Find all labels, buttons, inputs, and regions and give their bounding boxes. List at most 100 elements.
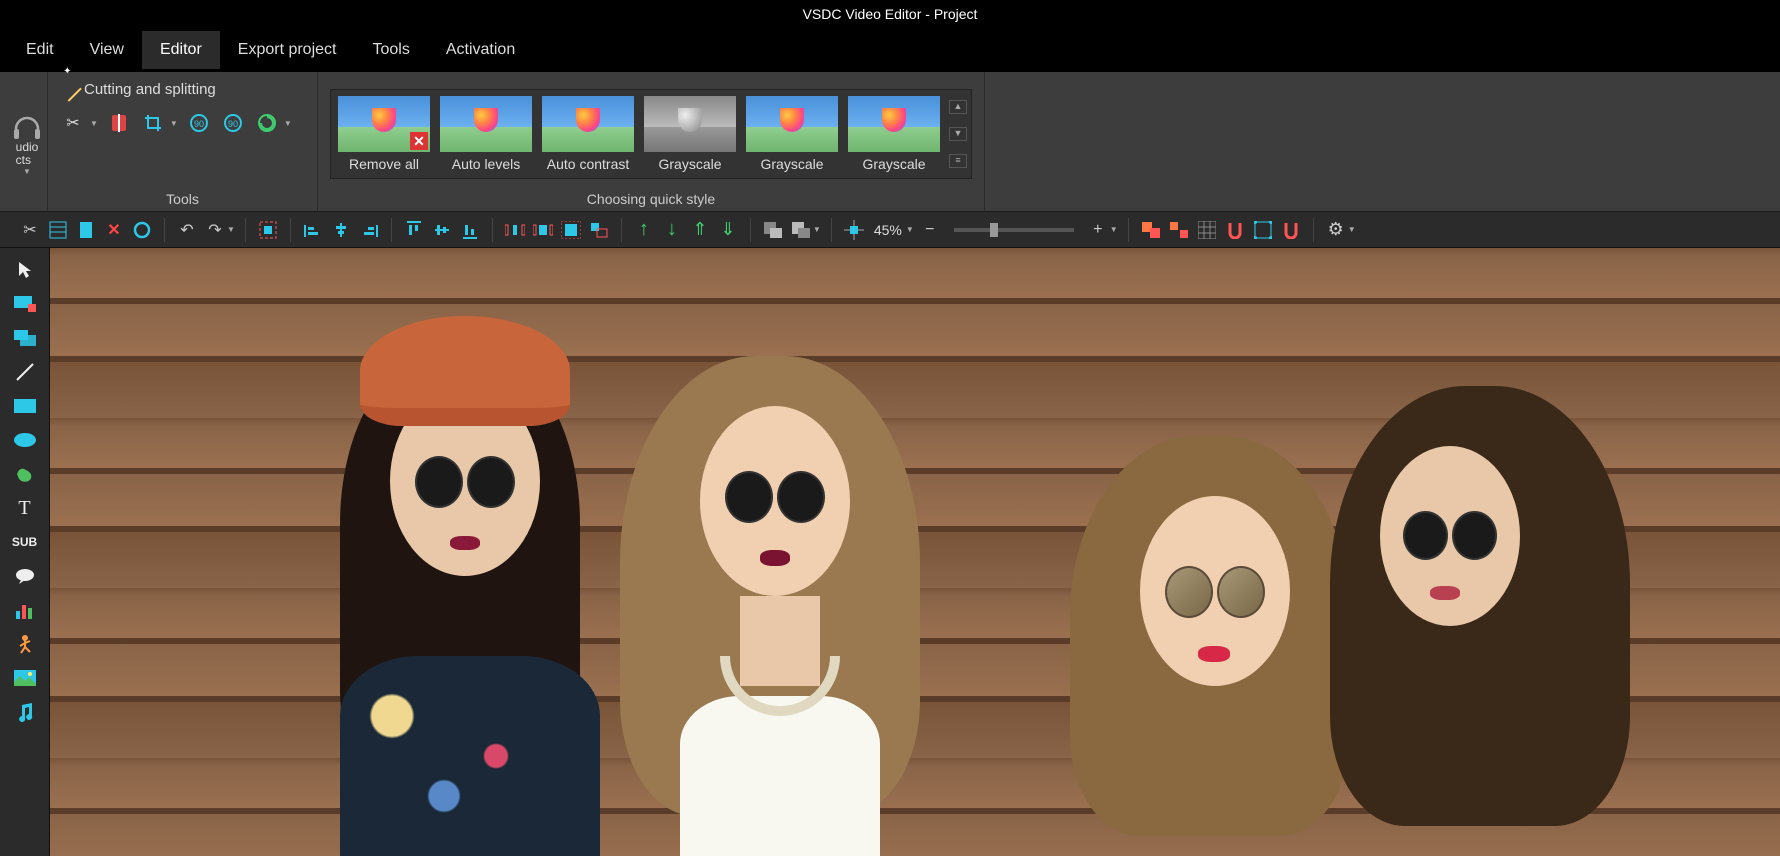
shape-subtract-tool[interactable] — [789, 218, 813, 242]
zoom-out-button[interactable]: − — [918, 218, 942, 242]
align-bottom-tool[interactable] — [458, 218, 482, 242]
shape-union-tool[interactable] — [761, 218, 785, 242]
freeform-tool[interactable] — [9, 460, 41, 488]
move-down-tool[interactable]: ↓ — [660, 218, 684, 242]
secondary-toolbar: ✂ ✕ ↶ ↷ ▼ ↑ ↓ ⇑ ⇓ ▼ 45% ▼ − + ▼ ⚙ ▼ — [0, 212, 1780, 248]
animation-tool[interactable] — [9, 630, 41, 658]
preview-figure — [1330, 376, 1630, 856]
distribute-4-tool[interactable] — [587, 218, 611, 242]
text-tool[interactable]: T — [9, 494, 41, 522]
settings-tool[interactable]: ⚙ — [1324, 218, 1348, 242]
style-remove-all[interactable]: ✕Remove all — [335, 94, 433, 174]
separator — [164, 218, 165, 242]
audio-effects-button[interactable]: udio cts ▼ — [12, 111, 42, 176]
style-thumb-icon — [542, 96, 634, 152]
style-grayscale-3[interactable]: Grayscale — [845, 94, 943, 174]
zoom-value[interactable]: 45% — [870, 222, 906, 238]
layer-tool[interactable] — [74, 218, 98, 242]
align-left-tool[interactable] — [301, 218, 325, 242]
rect-back-tool[interactable] — [9, 290, 41, 318]
style-auto-levels[interactable]: Auto levels — [437, 94, 535, 174]
tooltip-tool[interactable] — [9, 562, 41, 590]
move-top-tool[interactable]: ⇑ — [688, 218, 712, 242]
subtitle-tool[interactable]: SUB — [9, 528, 41, 556]
cut-button[interactable]: ✂ — [60, 110, 86, 136]
zoom-in-button[interactable]: + — [1086, 218, 1110, 242]
rectangle-tool[interactable] — [9, 392, 41, 420]
properties-tool[interactable] — [46, 218, 70, 242]
move-bottom-tool[interactable]: ⇓ — [716, 218, 740, 242]
gallery-expand[interactable]: ≡ — [949, 154, 967, 168]
chevron-down-icon[interactable]: ▼ — [90, 119, 98, 128]
style-thumb-icon — [644, 96, 736, 152]
separator — [391, 218, 392, 242]
distribute-3-tool[interactable] — [559, 218, 583, 242]
image-icon — [14, 670, 36, 686]
circle-tool[interactable] — [130, 218, 154, 242]
move-up-tool[interactable]: ↑ — [632, 218, 656, 242]
cutting-splitting-button[interactable]: Cutting and splitting — [60, 80, 216, 98]
cut-tool[interactable]: ✂ — [18, 218, 42, 242]
center-icon — [844, 220, 864, 240]
chevron-down-icon[interactable]: ▼ — [284, 119, 292, 128]
align-middle-v-tool[interactable] — [430, 218, 454, 242]
align-right-icon — [360, 221, 378, 239]
ellipse-tool[interactable] — [9, 426, 41, 454]
gallery-scroll-up[interactable]: ▲ — [949, 100, 967, 114]
menu-tools[interactable]: Tools — [354, 31, 427, 69]
distribute-1-tool[interactable] — [503, 218, 527, 242]
split-button[interactable] — [106, 110, 132, 136]
menu-edit[interactable]: Edit — [8, 31, 72, 69]
chevron-down-icon[interactable]: ▼ — [1110, 225, 1118, 234]
align-right-tool[interactable] — [357, 218, 381, 242]
chevron-down-icon[interactable]: ▼ — [1348, 225, 1356, 234]
grid-tool[interactable] — [1195, 218, 1219, 242]
ungroup-tool[interactable] — [1167, 218, 1191, 242]
arrow-down-double-icon: ⇓ — [720, 219, 735, 240]
audio-tool[interactable] — [9, 698, 41, 726]
rotate-left-button[interactable]: 90 — [186, 110, 212, 136]
style-thumb-icon — [746, 96, 838, 152]
menu-export-project[interactable]: Export project — [220, 31, 355, 69]
menu-view[interactable]: View — [72, 31, 142, 69]
canvas[interactable] — [50, 248, 1780, 856]
align-top-tool[interactable] — [402, 218, 426, 242]
menu-editor[interactable]: Editor — [142, 31, 220, 69]
properties-icon — [49, 221, 67, 239]
crop-button[interactable] — [140, 110, 166, 136]
chevron-down-icon[interactable]: ▼ — [227, 225, 235, 234]
align-center-h-tool[interactable] — [329, 218, 353, 242]
chart-tool[interactable] — [9, 596, 41, 624]
svg-text:90: 90 — [194, 119, 204, 129]
redo-tool[interactable]: ↷ — [203, 218, 227, 242]
bounds-tool[interactable] — [1251, 218, 1275, 242]
group-tool[interactable] — [1139, 218, 1163, 242]
chevron-down-icon[interactable]: ▼ — [906, 225, 914, 234]
chevron-down-icon[interactable]: ▼ — [170, 119, 178, 128]
zoom-slider[interactable] — [954, 228, 1074, 232]
style-grayscale-1[interactable]: Grayscale — [641, 94, 739, 174]
refresh-button[interactable] — [254, 110, 280, 136]
rotate-right-icon: 90 — [223, 113, 243, 133]
pointer-tool[interactable] — [9, 256, 41, 284]
align-top-icon — [405, 221, 423, 239]
rotate-right-button[interactable]: 90 — [220, 110, 246, 136]
menu-activation[interactable]: Activation — [428, 31, 533, 69]
snap-1-tool[interactable] — [1223, 218, 1247, 242]
select-all-tool[interactable] — [256, 218, 280, 242]
distribute-2-tool[interactable] — [531, 218, 555, 242]
style-auto-contrast[interactable]: Auto contrast — [539, 94, 637, 174]
rect-front-tool[interactable] — [9, 324, 41, 352]
wand-icon — [56, 76, 81, 101]
distribute-icon — [589, 221, 609, 239]
center-tool[interactable] — [842, 218, 866, 242]
line-tool[interactable] — [9, 358, 41, 386]
style-grayscale-2[interactable]: Grayscale — [743, 94, 841, 174]
snap-2-tool[interactable] — [1279, 218, 1303, 242]
image-tool[interactable] — [9, 664, 41, 692]
delete-tool[interactable]: ✕ — [102, 218, 126, 242]
gallery-scroll-down[interactable]: ▼ — [949, 127, 967, 141]
headphones-icon — [12, 111, 42, 141]
chevron-down-icon[interactable]: ▼ — [813, 225, 821, 234]
undo-tool[interactable]: ↶ — [175, 218, 199, 242]
